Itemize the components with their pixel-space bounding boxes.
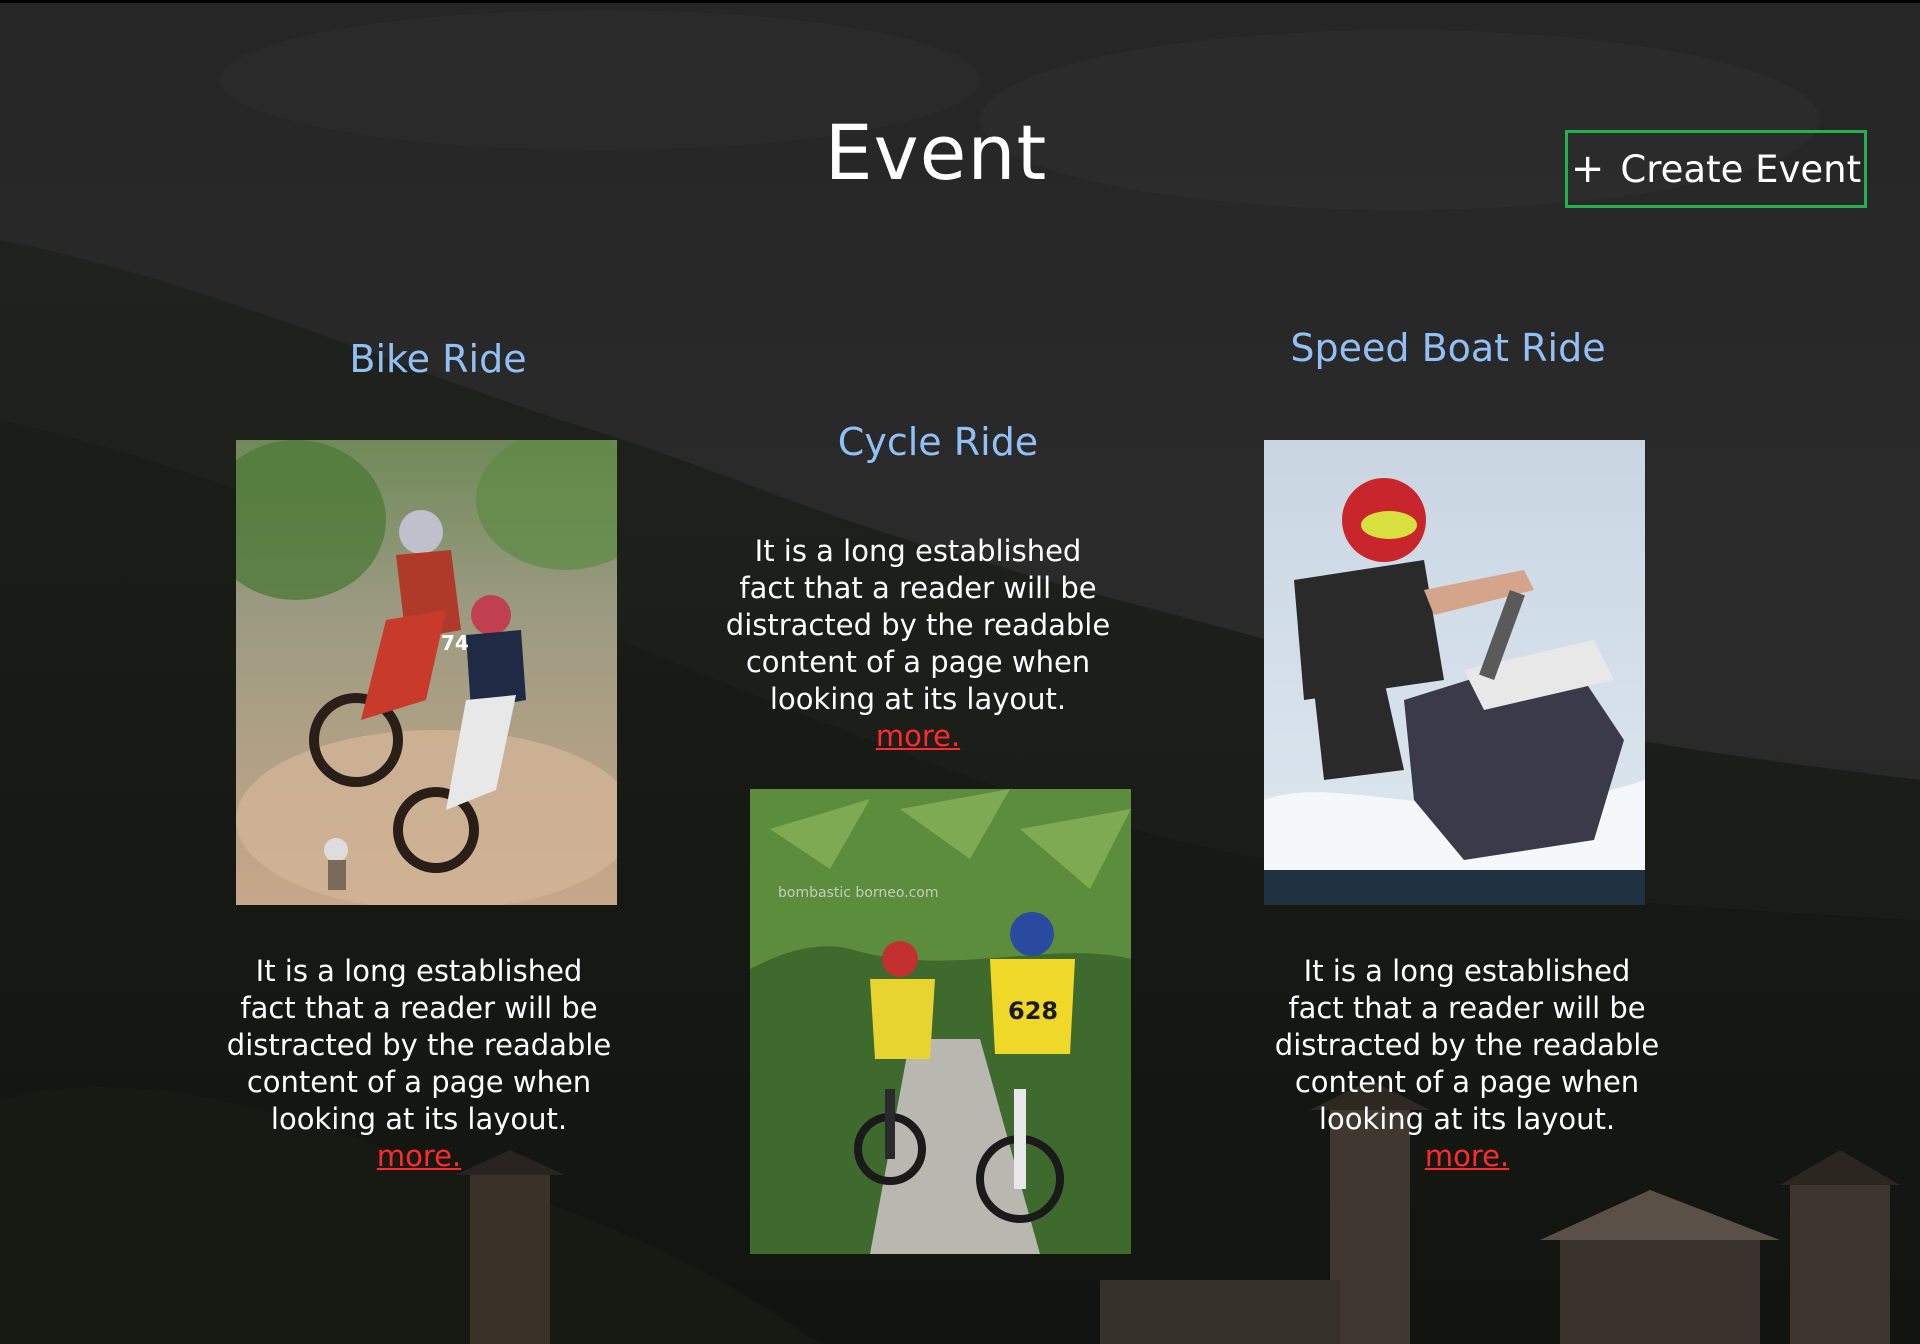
event-page: Event + Create Event Bike Ride 74 It is … — [0, 0, 1920, 1344]
create-event-label: Create Event — [1620, 147, 1862, 191]
description-text: It is a long established fact that a rea… — [226, 954, 612, 1136]
photo-watermark: bombastic borneo.com — [778, 885, 939, 901]
description-text: It is a long established fact that a rea… — [1274, 954, 1660, 1136]
event-title-bike-ride: Bike Ride — [349, 337, 527, 381]
svg-text:74: 74 — [441, 631, 469, 655]
mountain-cyclists-photo: 628 bombastic borneo.com — [750, 789, 1131, 1254]
description-text: It is a long established fact that a rea… — [725, 534, 1111, 716]
plus-icon: + — [1570, 146, 1605, 192]
jet-ski-rider-photo — [1264, 440, 1645, 905]
motocross-riders-photo: 74 — [236, 440, 617, 905]
more-link-bike-ride[interactable]: more. — [224, 1138, 614, 1175]
create-event-button[interactable]: + Create Event — [1565, 130, 1867, 208]
event-description-cycle-ride: It is a long established fact that a rea… — [723, 533, 1113, 755]
svg-text:628: 628 — [1008, 997, 1058, 1025]
event-title-cycle-ride: Cycle Ride — [837, 420, 1039, 464]
event-description-speed-boat-ride: It is a long established fact that a rea… — [1272, 953, 1662, 1175]
event-description-bike-ride: It is a long established fact that a rea… — [224, 953, 614, 1175]
top-border — [0, 0, 1920, 3]
more-link-cycle-ride[interactable]: more. — [723, 718, 1113, 755]
more-link-speed-boat-ride[interactable]: more. — [1272, 1138, 1662, 1175]
event-title-speed-boat-ride: Speed Boat Ride — [1290, 326, 1606, 370]
